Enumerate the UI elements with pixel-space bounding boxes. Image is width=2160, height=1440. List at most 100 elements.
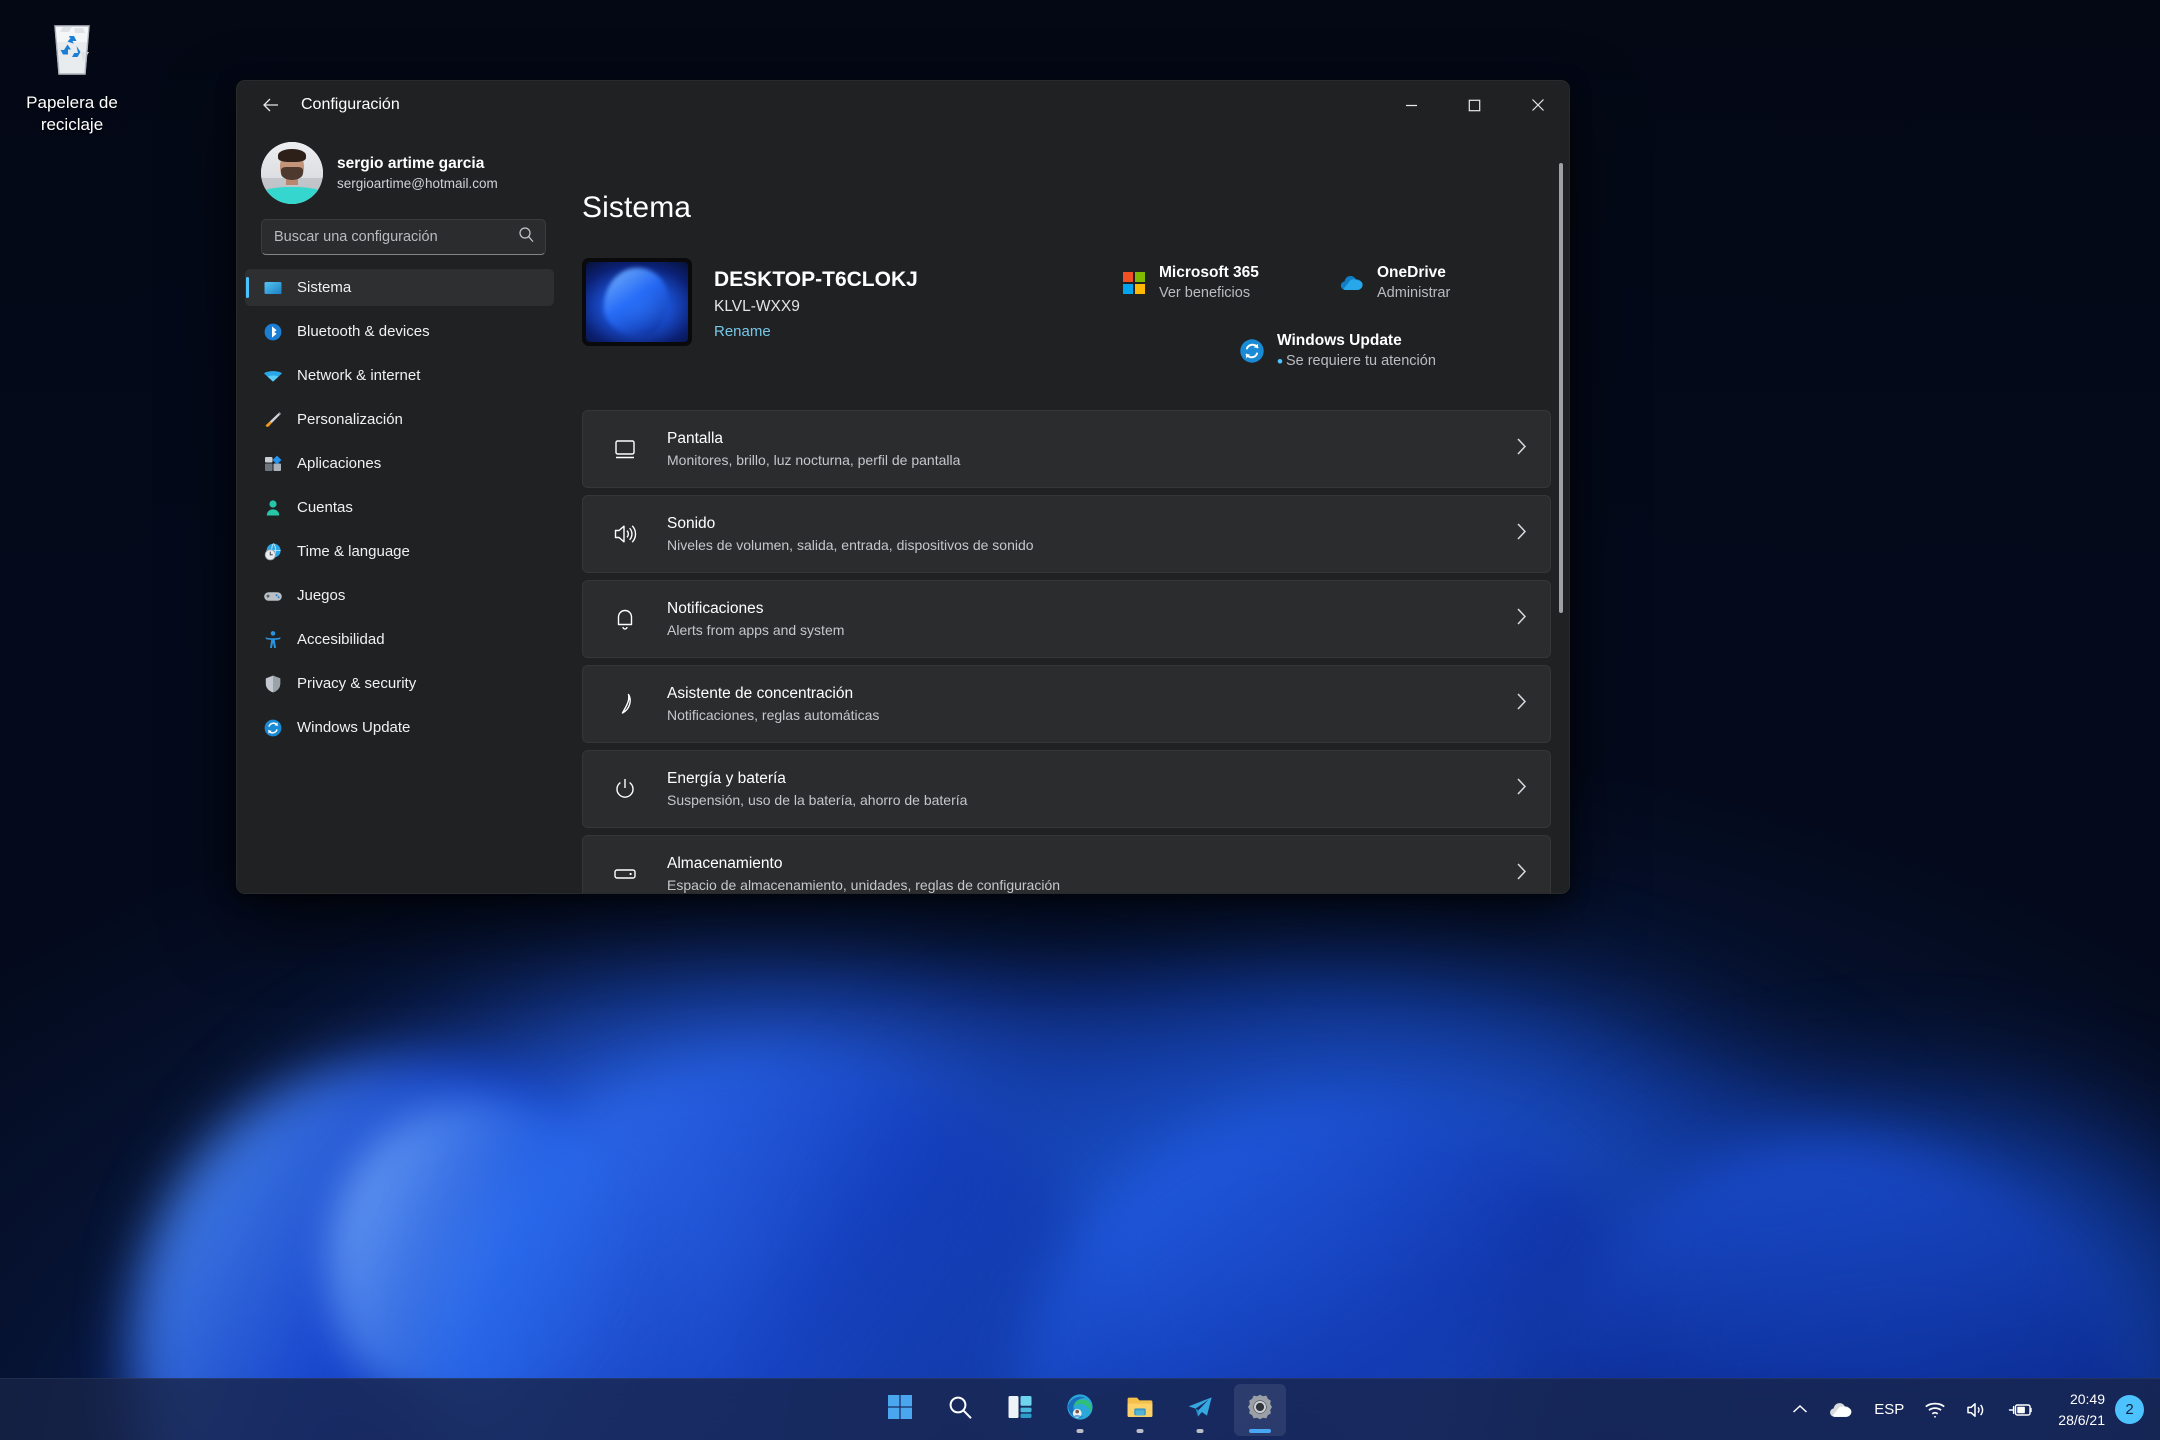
settings-card-list: Pantalla Monitores, brillo, luz nocturna… [582, 410, 1551, 893]
quick-link-microsoft-365[interactable]: Microsoft 365 Ver beneficios [1121, 262, 1339, 304]
notification-badge[interactable]: 2 [2115, 1395, 2144, 1424]
settings-card-energia-bateria[interactable]: Energía y batería Suspensión, uso de la … [582, 750, 1551, 829]
sidebar-item-label: Network & internet [297, 367, 421, 384]
quick-link-onedrive[interactable]: OneDrive Administrar [1339, 262, 1450, 304]
recycle-bin-label-line2: reciclaje [40, 115, 104, 134]
card-title: Sonido [667, 514, 716, 532]
chevron-right-icon [1515, 862, 1528, 886]
sidebar-item-time-language[interactable]: Time & language [245, 533, 554, 570]
system-tray: ESP 20:49 28/6/21 2 [1782, 1384, 2150, 1436]
folder-icon [1126, 1394, 1154, 1425]
taskbar-item-file-explorer[interactable] [1114, 1384, 1166, 1436]
moon-icon [611, 690, 639, 718]
sidebar-item-sistema[interactable]: Sistema [245, 269, 554, 306]
sidebar-item-label: Privacy & security [297, 675, 417, 692]
taskbar-item-edge[interactable] [1054, 1384, 1106, 1436]
widgets-icon [1007, 1394, 1033, 1425]
sidebar-item-cuentas[interactable]: Cuentas [245, 489, 554, 526]
device-model: KLVL-WXX9 [714, 298, 800, 315]
tray-wifi-icon[interactable] [1914, 1384, 1956, 1436]
tray-show-hidden-icons[interactable] [1782, 1384, 1818, 1436]
device-summary: DESKTOP-T6CLOKJ KLVL-WXX9 Rename Microso… [582, 258, 1551, 372]
taskbar-item-search[interactable] [934, 1384, 986, 1436]
account-name: sergio artime garcia [337, 154, 485, 172]
edge-icon [1066, 1393, 1094, 1426]
tray-language[interactable]: ESP [1864, 1384, 1914, 1436]
recycle-bin-icon [12, 18, 132, 86]
avatar [261, 142, 323, 204]
taskbar-item-telegram[interactable] [1174, 1384, 1226, 1436]
sidebar-item-accesibilidad[interactable]: Accesibilidad [245, 621, 554, 658]
search-wrap [237, 207, 554, 255]
person-icon [263, 498, 283, 518]
sidebar-item-windows-update[interactable]: Windows Update [245, 709, 554, 746]
update-icon [1239, 338, 1265, 364]
card-subtitle: Niveles de volumen, salida, entrada, dis… [667, 536, 1034, 553]
sidebar-item-juegos[interactable]: Juegos [245, 577, 554, 614]
onedrive-icon [1339, 270, 1365, 296]
sidebar-item-privacy-security[interactable]: Privacy & security [245, 665, 554, 702]
settings-card-almacenamiento[interactable]: Almacenamiento Espacio de almacenamiento… [582, 835, 1551, 893]
maximize-button[interactable] [1443, 81, 1506, 129]
tray-onedrive-icon[interactable] [1818, 1384, 1864, 1436]
account-email: sergioartime@hotmail.com [337, 175, 498, 191]
close-button[interactable] [1506, 81, 1569, 129]
taskbar-item-widgets[interactable] [994, 1384, 1046, 1436]
accessibility-icon [263, 630, 283, 650]
speaker-icon [611, 520, 639, 548]
window-title: Configuración [301, 96, 400, 113]
chevron-right-icon [1515, 522, 1528, 546]
sidebar-item-personalizacion[interactable]: Personalización [245, 401, 554, 438]
power-icon [611, 775, 639, 803]
attention-dot-icon: • [1277, 352, 1283, 371]
desktop-icon-recycle-bin[interactable]: Papelera de reciclaje [12, 10, 132, 136]
chevron-right-icon [1515, 777, 1528, 801]
minimize-button[interactable] [1380, 81, 1443, 129]
quick-link-windows-update[interactable]: Windows Update • Se requiere tu atención [1239, 330, 1551, 372]
taskbar: ESP 20:49 28/6/21 2 [0, 1378, 2160, 1440]
tray-battery-charging-icon[interactable] [1998, 1384, 2044, 1436]
taskbar-item-start[interactable] [874, 1384, 926, 1436]
quick-link-subtitle: Ver beneficios [1159, 285, 1251, 301]
sidebar-nav: Sistema Bluetooth & devices Network & in… [237, 269, 554, 753]
quick-links: Microsoft 365 Ver beneficios OneDrive Ad… [1121, 258, 1551, 372]
sidebar-item-label: Cuentas [297, 499, 353, 516]
sidebar: sergio artime garcia sergioartime@hotmai… [237, 129, 562, 893]
quick-link-title: Windows Update [1277, 332, 1402, 349]
back-button[interactable] [253, 89, 289, 121]
quick-link-title: OneDrive [1377, 264, 1446, 281]
sidebar-item-aplicaciones[interactable]: Aplicaciones [245, 445, 554, 482]
paintbrush-icon [263, 410, 283, 430]
settings-card-asistente-concentracion[interactable]: Asistente de concentración Notificacione… [582, 665, 1551, 744]
sidebar-item-label: Personalización [297, 411, 403, 428]
rename-link[interactable]: Rename [714, 319, 771, 345]
settings-window: Configuración sergio artime garcia sergi… [236, 80, 1570, 894]
search-icon [947, 1394, 974, 1426]
search-input[interactable] [274, 229, 518, 245]
settings-card-notificaciones[interactable]: Notificaciones Alerts from apps and syst… [582, 580, 1551, 659]
sidebar-item-label: Aplicaciones [297, 455, 382, 472]
telegram-icon [1186, 1394, 1214, 1425]
settings-card-pantalla[interactable]: Pantalla Monitores, brillo, luz nocturna… [582, 410, 1551, 489]
sidebar-item-bluetooth-devices[interactable]: Bluetooth & devices [245, 313, 554, 350]
card-subtitle: Suspensión, uso de la batería, ahorro de… [667, 791, 968, 808]
quick-link-title: Microsoft 365 [1159, 264, 1259, 281]
page-title: Sistema [582, 191, 692, 224]
card-subtitle: Espacio de almacenamiento, unidades, reg… [667, 876, 1061, 893]
apps-icon [263, 454, 283, 474]
recycle-bin-label-line1: Papelera de [26, 93, 118, 112]
microsoft-logo-icon [1121, 270, 1147, 296]
sidebar-item-label: Windows Update [297, 719, 411, 736]
search-box[interactable] [261, 219, 546, 255]
quick-link-subtitle: Administrar [1377, 285, 1451, 301]
sidebar-item-network-internet[interactable]: Network & internet [245, 357, 554, 394]
taskbar-item-settings[interactable] [1234, 1383, 1286, 1436]
drive-icon [611, 860, 639, 888]
account-block[interactable]: sergio artime garcia sergioartime@hotmai… [237, 129, 554, 207]
main-pane: Sistema DESKTOP-T6CLOKJ KLVL-WXX9 Rename [562, 129, 1569, 893]
settings-card-sonido[interactable]: Sonido Niveles de volumen, salida, entra… [582, 495, 1551, 574]
clock-time: 20:49 [2069, 1390, 2105, 1407]
gamepad-icon [263, 586, 283, 606]
tray-volume-icon[interactable] [1956, 1384, 1998, 1436]
clock[interactable]: 20:49 28/6/21 [2044, 1389, 2115, 1431]
